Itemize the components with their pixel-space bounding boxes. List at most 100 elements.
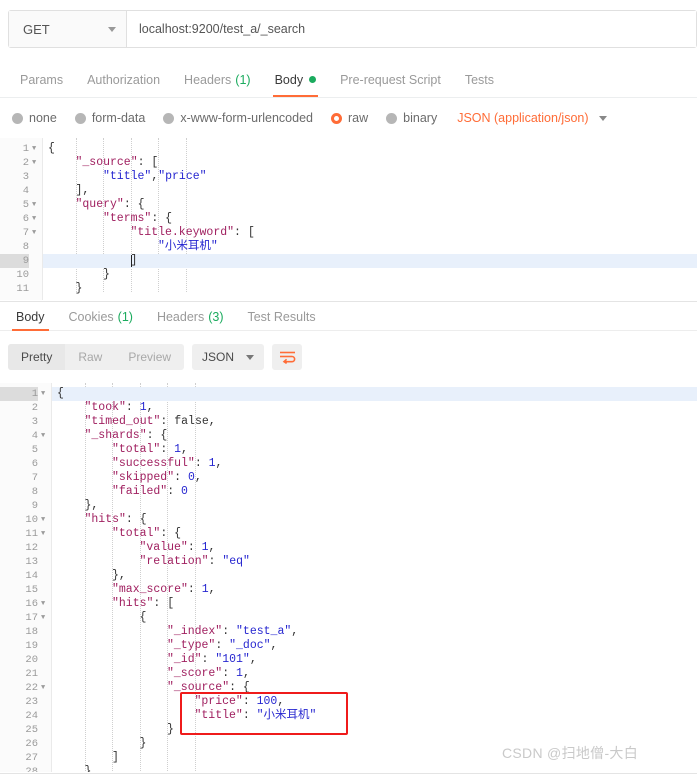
code-line[interactable]: 14},	[0, 569, 697, 583]
fold-toggle-icon[interactable]: ▼	[41, 611, 45, 625]
code-line[interactable]: 12 "value": 1,	[0, 541, 697, 555]
code-token: "price"	[194, 695, 243, 708]
code-line[interactable]: 23 "price": 100,	[0, 695, 697, 709]
request-tab-authorization[interactable]: Authorization	[75, 62, 172, 97]
code-token: ],	[75, 184, 90, 197]
code-line[interactable]: 5 "total": 1,	[0, 443, 697, 457]
request-tab-body[interactable]: Body	[263, 62, 329, 97]
code-line[interactable]: 3 "timed_out": false,	[0, 415, 697, 429]
code-line[interactable]: 11}	[0, 282, 697, 296]
fold-toggle-icon[interactable]: ▼	[41, 681, 45, 695]
line-number: 8	[22, 241, 29, 253]
code-line[interactable]: 10}	[0, 268, 697, 282]
code-line[interactable]: 13 "relation": "eq"	[0, 555, 697, 569]
code-line[interactable]: 19 "_type": "_doc",	[0, 639, 697, 653]
code-token: "terms"	[103, 212, 152, 225]
fold-toggle-icon[interactable]: ▼	[32, 212, 36, 226]
request-url-input[interactable]: localhost:9200/test_a/_search	[127, 11, 696, 47]
body-type-radio-x-www-form-urlencoded[interactable]: x-www-form-urlencoded	[163, 111, 313, 125]
tab-label: Headers	[184, 72, 232, 87]
code-token: "_index"	[167, 625, 223, 638]
code-line[interactable]: 7 "skipped": 0,	[0, 471, 697, 485]
code-line[interactable]: 16 ▼ "hits": [	[0, 597, 697, 611]
code-line[interactable]: 24 "title": "小米耳机"	[0, 709, 697, 723]
fold-toggle-icon[interactable]: ▼	[32, 226, 36, 240]
fold-toggle-icon[interactable]: ▼	[32, 142, 36, 156]
fold-toggle-icon[interactable]: ▼	[32, 156, 36, 170]
fold-toggle-icon[interactable]: ▼	[41, 429, 45, 443]
code-token: {	[57, 387, 64, 400]
code-line[interactable]: 5 ▼ "query": {	[0, 198, 697, 212]
code-text: "value": 1,	[140, 541, 216, 555]
request-tab-tests[interactable]: Tests	[453, 62, 506, 97]
fold-toggle-icon[interactable]: ▼	[41, 513, 45, 527]
body-type-radio-form-data[interactable]: form-data	[74, 111, 145, 125]
code-line[interactable]: 22 ▼ "_source": {	[0, 681, 697, 695]
body-type-radio-none[interactable]: none	[12, 111, 57, 125]
response-view-preview[interactable]: Preview	[115, 344, 184, 370]
code-line[interactable]: 17 ▼ {	[0, 611, 697, 625]
code-line[interactable]: 11 ▼ "total": {	[0, 527, 697, 541]
code-line[interactable]: 2 "took": 1,	[0, 401, 697, 415]
request-body-editor[interactable]: 1 ▼{2 ▼ "_source": [3 "title","price" 4], 5 ▼ "q…	[0, 138, 697, 300]
response-tab-cookies[interactable]: Cookies (1)	[57, 302, 145, 331]
code-line[interactable]: 3 "title","price"	[0, 170, 697, 184]
line-number: 7	[22, 227, 29, 239]
code-line[interactable]: 15 "max_score": 1,	[0, 583, 697, 597]
code-token: :	[222, 625, 237, 638]
code-line[interactable]: 9]	[0, 254, 697, 268]
code-line[interactable]: 10 ▼ "hits": {	[0, 513, 697, 527]
response-format-select[interactable]: JSON	[192, 344, 265, 370]
code-line[interactable]: 4 ▼ "_shards": {	[0, 429, 697, 443]
http-method-label: GET	[23, 21, 50, 37]
code-text: "_index": "test_a",	[167, 625, 298, 639]
fold-toggle-icon[interactable]: ▼	[32, 198, 36, 212]
fold-toggle-icon[interactable]: ▼	[41, 597, 45, 611]
code-text: "hits": {	[85, 513, 147, 527]
request-tab-params[interactable]: Params	[8, 62, 75, 97]
code-line[interactable]: 7 ▼ "title.keyword": [	[0, 226, 697, 240]
fold-toggle-icon[interactable]: ▼	[41, 527, 45, 541]
code-line[interactable]: 6 "successful": 1,	[0, 457, 697, 471]
body-type-radio-binary[interactable]: binary	[386, 111, 437, 125]
code-line[interactable]: 1 ▼ {	[0, 142, 697, 156]
radio-label: x-www-form-urlencoded	[180, 111, 313, 125]
code-token: ,	[270, 639, 278, 652]
line-number: 21	[25, 668, 38, 680]
code-line[interactable]: 8 "小米耳机"	[0, 240, 697, 254]
fold-toggle-icon[interactable]: ▼	[41, 387, 45, 401]
code-line[interactable]: 2 ▼ "_source": [	[0, 156, 697, 170]
code-line[interactable]: 9},	[0, 499, 697, 513]
line-number: 11	[25, 528, 38, 540]
code-line[interactable]: 21 "_score": 1,	[0, 667, 697, 681]
response-tab-body[interactable]: Body	[4, 302, 57, 331]
code-line[interactable]: 20 "_id": "101",	[0, 653, 697, 667]
response-tab-headers[interactable]: Headers (3)	[145, 302, 236, 331]
code-line[interactable]: 8 "failed": 0	[0, 485, 697, 499]
response-tab-test-results[interactable]: Test Results	[235, 302, 327, 331]
content-type-select[interactable]: JSON (application/json)	[457, 111, 607, 125]
code-line[interactable]: 18 "_index": "test_a",	[0, 625, 697, 639]
code-text: "query": {	[76, 198, 145, 212]
code-text: },	[85, 499, 99, 513]
code-text: ]	[112, 751, 119, 765]
code-line[interactable]: 28}	[0, 765, 697, 772]
code-token: : {	[151, 212, 173, 225]
code-line[interactable]: 4],	[0, 184, 697, 198]
code-token: 1	[236, 667, 243, 680]
wrap-lines-button[interactable]	[272, 344, 303, 370]
response-view-pretty[interactable]: Pretty	[8, 344, 66, 370]
response-body-editor[interactable]: 1 ▼ {2 "took": 1, 3 "timed_out": false, 4 ▼ "_sh…	[0, 383, 697, 772]
code-token: "took"	[84, 401, 126, 414]
response-view-raw[interactable]: Raw	[65, 344, 115, 370]
postman-window: GET localhost:9200/test_a/_search Params…	[0, 0, 697, 774]
body-type-radio-raw[interactable]: raw	[331, 111, 368, 125]
request-tab-pre-request-script[interactable]: Pre-request Script	[328, 62, 453, 97]
code-text: "_source": {	[167, 681, 250, 695]
line-number: 8	[31, 486, 38, 498]
code-line[interactable]: 1 ▼ {	[0, 387, 697, 401]
request-tab-headers[interactable]: Headers (1)	[172, 62, 263, 97]
code-line[interactable]: 6 ▼ "terms": {	[0, 212, 697, 226]
http-method-select[interactable]: GET	[9, 11, 127, 47]
code-line[interactable]: 25}	[0, 723, 697, 737]
